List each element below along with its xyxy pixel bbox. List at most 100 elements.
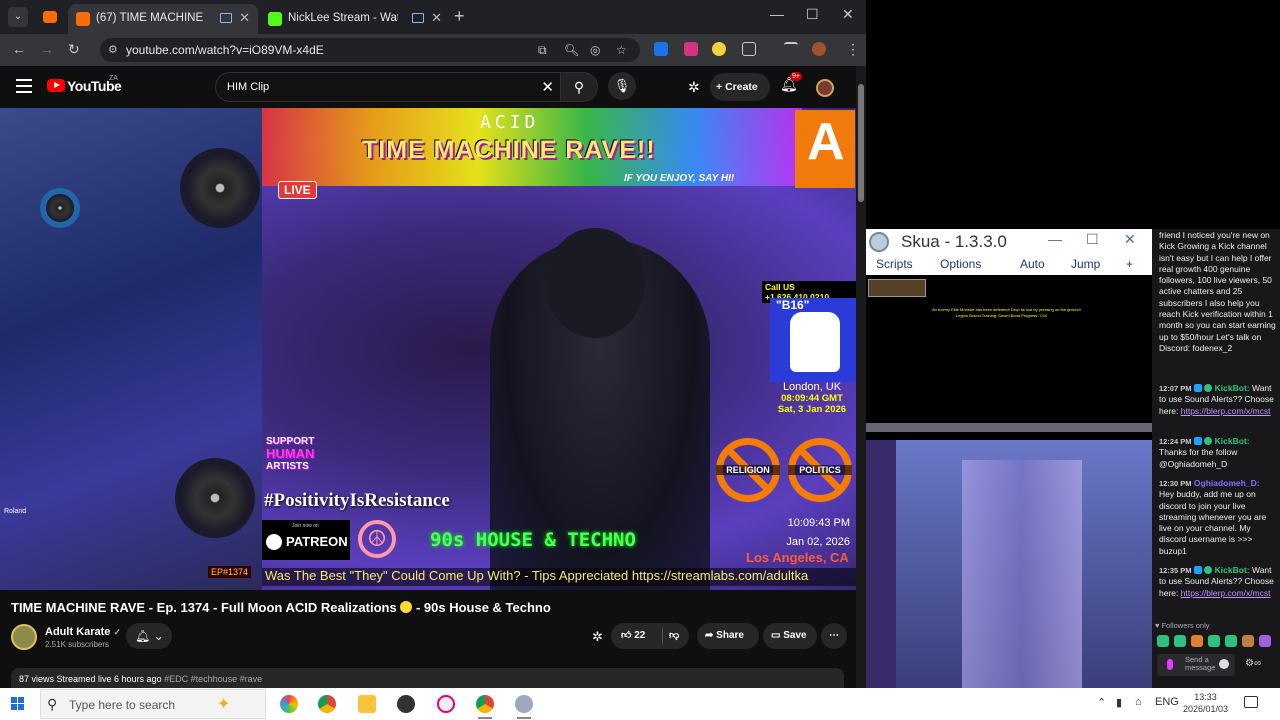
back-icon[interactable]: ←: [12, 41, 26, 57]
media-playing-icon[interactable]: [412, 13, 424, 23]
subscribe-bell-button[interactable]: 🔔︎ ⌄: [126, 623, 172, 649]
extension-color-icon[interactable]: [684, 42, 698, 56]
channel-avatar[interactable]: [11, 624, 37, 650]
extensions-puzzle-icon[interactable]: [742, 42, 756, 56]
tab-search-dropdown[interactable]: ⌄: [8, 7, 28, 27]
new-tab-button[interactable]: +: [454, 6, 465, 27]
site-info-icon[interactable]: ⚙: [108, 43, 118, 56]
mic-icon[interactable]: [1167, 659, 1173, 670]
emote-icon[interactable]: [1174, 635, 1186, 647]
media-playing-icon[interactable]: [220, 13, 232, 23]
save-button[interactable]: ▭ Save: [763, 623, 817, 649]
forward-icon[interactable]: →: [40, 41, 54, 57]
more-actions-button[interactable]: ⋯: [821, 623, 847, 649]
notifications-bell-icon[interactable]: 🔔︎ 9+: [780, 72, 802, 93]
emote-icon[interactable]: [1208, 635, 1220, 647]
search-highlight-icon[interactable]: ✦: [217, 694, 230, 714]
emote-icon[interactable]: [1242, 635, 1254, 647]
clear-search-icon[interactable]: ✕: [541, 78, 554, 96]
game-action-bar[interactable]: [866, 423, 1152, 432]
browser-menu-icon[interactable]: ⋮: [846, 41, 860, 58]
chat-user[interactable]: KickBot:: [1215, 436, 1250, 446]
extension-yellow-icon[interactable]: [712, 42, 726, 56]
extension-translate-icon[interactable]: [654, 42, 668, 56]
search-value[interactable]: HIM Clip: [227, 81, 269, 93]
skua-taskbar-icon[interactable]: [515, 695, 533, 719]
maximize-button[interactable]: ☐: [806, 6, 819, 23]
channel-name-text[interactable]: Adult Karate: [45, 626, 110, 638]
chat-link[interactable]: https://blerp.com/x/mcst: [1181, 406, 1271, 416]
youtube-logo-icon[interactable]: [47, 79, 65, 92]
tray-overflow-icon[interactable]: ⌃: [1097, 696, 1106, 709]
create-button[interactable]: + Create: [710, 73, 770, 101]
skua-menu-scripts[interactable]: Scripts: [876, 257, 913, 271]
notification-center-icon[interactable]: [1244, 696, 1258, 708]
emote-icon[interactable]: [1157, 635, 1169, 647]
account-avatar[interactable]: [816, 79, 834, 97]
tray-mic-icon[interactable]: ▮: [1116, 696, 1122, 709]
page-scrollbar[interactable]: [856, 66, 866, 688]
tab-kick[interactable]: NickLee Stream - Watch Liv ✕: [260, 4, 450, 34]
emoji-picker-icon[interactable]: [1219, 659, 1229, 669]
minimize-button[interactable]: —: [770, 6, 784, 22]
taskbar-search[interactable]: ⚲ Type here to search ✦: [40, 689, 266, 719]
search-input[interactable]: HIM Clip ✕: [215, 72, 560, 102]
search-button[interactable]: ⚲: [560, 72, 598, 102]
turntable-graphic: [180, 148, 260, 228]
install-app-icon[interactable]: ⧉: [538, 43, 547, 58]
chrome-icon[interactable]: [318, 695, 336, 713]
chat-user[interactable]: KickBot:: [1215, 383, 1250, 393]
scrollbar-thumb[interactable]: [858, 84, 864, 202]
skua-add-button[interactable]: +: [1126, 257, 1133, 271]
tab-close-icon[interactable]: ✕: [431, 10, 442, 26]
media-controls-icon[interactable]: [784, 42, 798, 56]
chrome-active-icon[interactable]: [476, 695, 494, 719]
emote-icon[interactable]: [1191, 635, 1203, 647]
like-button[interactable]: 👍︎ 22: [621, 623, 645, 649]
language-indicator[interactable]: ENG: [1155, 696, 1179, 708]
skua-minimize-button[interactable]: —: [1048, 231, 1062, 247]
emote-icon[interactable]: [1259, 635, 1271, 647]
chat-user[interactable]: KickBot:: [1215, 565, 1250, 575]
hashtags[interactable]: #EDC #techhouse #rave: [164, 674, 262, 684]
chat-settings-icon[interactable]: ⚙∞: [1245, 658, 1261, 669]
pinned-tab[interactable]: [38, 6, 62, 28]
skua-menu-auto[interactable]: Auto: [1020, 257, 1045, 271]
skua-close-button[interactable]: ✕: [1124, 231, 1136, 248]
voice-search-icon[interactable]: 🎙︎: [608, 72, 636, 100]
tray-network-icon[interactable]: ⌂: [1135, 696, 1142, 708]
skua-menu-options[interactable]: Options: [940, 257, 981, 271]
system-clock[interactable]: 13:33 2026/01/03: [1183, 691, 1228, 715]
zoom-icon[interactable]: 🔍︎: [564, 43, 579, 57]
video-player[interactable]: ACID TIME MACHINE RAVE!! IF YOU ENJOY, S…: [0, 108, 856, 590]
bookmark-star-icon[interactable]: ☆: [616, 43, 627, 57]
tab-close-icon[interactable]: ✕: [239, 10, 250, 26]
clip-icon[interactable]: ✲: [592, 629, 603, 645]
file-explorer-icon[interactable]: [358, 695, 376, 713]
eye-off-icon[interactable]: ◎: [590, 43, 600, 57]
copilot-icon[interactable]: [280, 695, 298, 713]
chat-link[interactable]: https://blerp.com/x/mcst: [1181, 588, 1271, 598]
london-clock: London, UK 08:09:44 GMT Sat, 3 Jan 2026: [768, 382, 856, 416]
clip-extension-icon[interactable]: ✲: [688, 79, 700, 96]
emote-icon[interactable]: [1225, 635, 1237, 647]
address-bar[interactable]: ⚙ youtube.com/watch?v=iO89VM-x4dE ⧉ 🔍︎ ◎…: [100, 38, 640, 62]
tab-youtube[interactable]: (67) TIME MACHINE RAVE ✕: [68, 4, 258, 34]
share-button[interactable]: ➦ Share: [697, 623, 759, 649]
hamburger-menu-icon[interactable]: [16, 79, 32, 97]
skua-maximize-button[interactable]: ☐: [1086, 231, 1099, 248]
close-window-button[interactable]: ✕: [842, 6, 854, 23]
reload-icon[interactable]: ↻: [68, 41, 80, 58]
dislike-button[interactable]: 👎︎: [669, 623, 679, 649]
channel-name[interactable]: Adult Karate ✓: [45, 626, 121, 638]
skua-menu-jump[interactable]: Jump: [1071, 257, 1100, 271]
obs-icon[interactable]: [397, 695, 415, 713]
chat-user[interactable]: Oghiadomeh_D:: [1194, 478, 1260, 488]
windows-start-icon[interactable]: [11, 697, 25, 711]
game-view[interactable]: An enemy Elite Monster has been defeated…: [866, 275, 1152, 440]
app-icon[interactable]: [437, 695, 455, 713]
description-box[interactable]: 87 views Streamed live 6 hours ago #EDC …: [11, 668, 844, 688]
url-text[interactable]: youtube.com/watch?v=iO89VM-x4dE: [126, 43, 324, 57]
chat-input[interactable]: Send a message: [1157, 654, 1235, 676]
profile-avatar-icon[interactable]: [812, 42, 826, 56]
